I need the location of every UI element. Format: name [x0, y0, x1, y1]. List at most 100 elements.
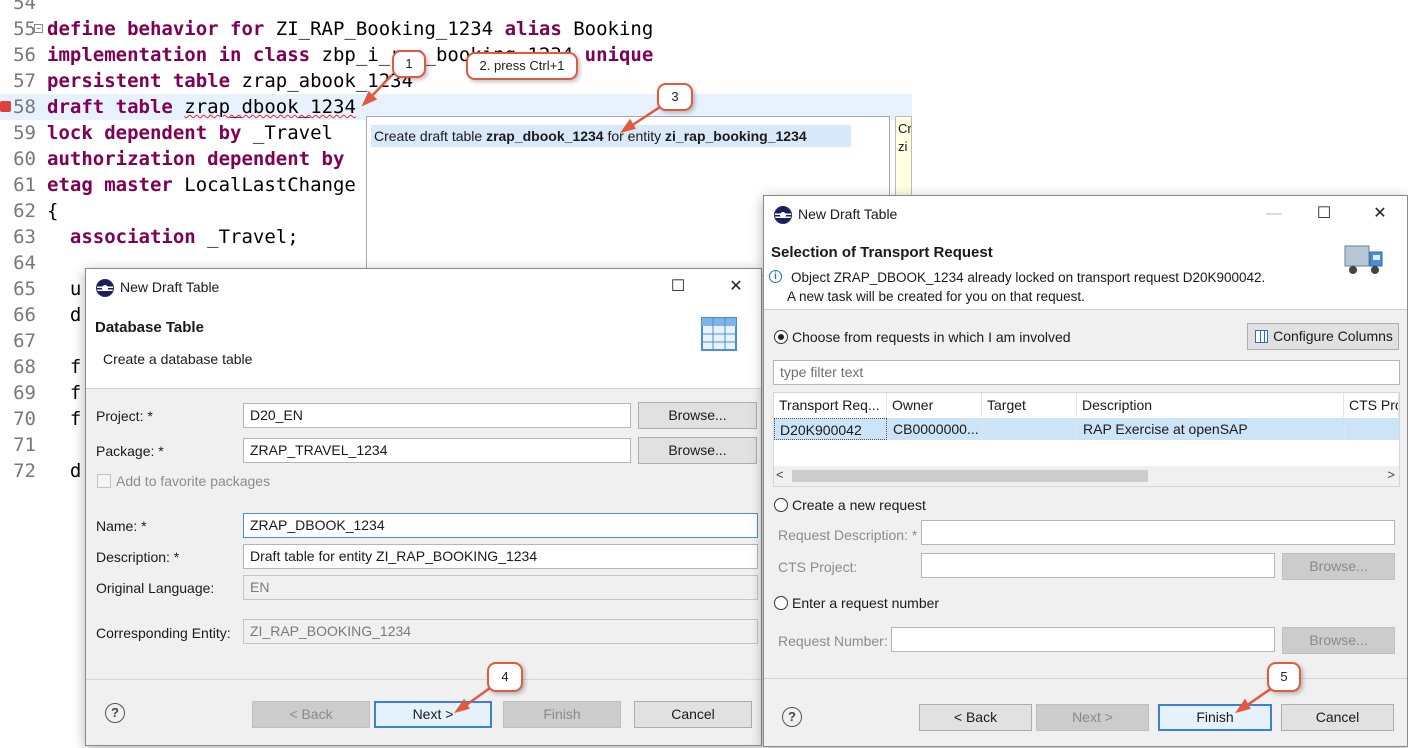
code-line[interactable]: 56 implementation in class zbp_i_rap_book… — [0, 42, 912, 68]
code-text: draft table zrap_dbook_1234 — [47, 96, 356, 118]
back-button[interactable]: < Back — [919, 704, 1032, 731]
info-message-line1: Object ZRAP_DBOOK_1234 already locked on… — [791, 270, 1266, 285]
configure-columns-button[interactable]: Configure Columns — [1247, 323, 1399, 350]
finish-button[interactable]: Finish — [503, 701, 621, 728]
code-text: d — [47, 304, 82, 326]
cancel-button[interactable]: Cancel — [634, 701, 752, 728]
maximize-icon[interactable]: ☐ — [655, 269, 701, 305]
callout-step-1: 1 — [392, 50, 426, 78]
fold-icon[interactable]: − — [34, 24, 43, 33]
code-text: u — [47, 278, 82, 300]
column-target[interactable]: Target — [982, 393, 1077, 417]
description-label: Description: * — [96, 549, 180, 565]
code-text: f — [47, 356, 82, 378]
package-browse-button[interactable]: Browse... — [638, 437, 757, 464]
enter-request-label: Enter a request number — [792, 595, 940, 611]
code-text: etag master LocalLastChange — [47, 174, 356, 196]
column-cts-project[interactable]: CTS Proj — [1344, 393, 1399, 417]
next-button[interactable]: Next > — [374, 701, 492, 728]
code-line[interactable]: 57 persistent table zrap_abook_1234 — [0, 68, 912, 94]
cell-description: RAP Exercise at openSAP — [1077, 418, 1344, 440]
new-draft-table-dialog-database: New Draft Table ☐ ✕ Database Table Creat… — [85, 268, 762, 746]
dialog-footer: ? < Back Next > Finish Cancel — [86, 679, 761, 747]
table-row[interactable]: D20K900042 CB0000000... RAP Exercise at … — [774, 418, 1399, 440]
database-table-icon — [701, 317, 737, 351]
column-owner[interactable]: Owner — [887, 393, 982, 417]
code-text: define behavior for ZI_RAP_Booking_1234 … — [47, 18, 654, 40]
project-field[interactable]: D20_EN — [243, 403, 631, 428]
favorite-checkbox[interactable] — [97, 474, 111, 488]
language-field: EN — [243, 575, 758, 600]
help-icon[interactable]: ? — [105, 703, 125, 723]
choose-requests-radio[interactable] — [774, 330, 788, 344]
quick-fix-create-draft-table[interactable]: Create draft table zrap_dbook_1234 for e… — [371, 125, 851, 147]
line-number: 68 — [13, 356, 36, 378]
create-request-radio[interactable] — [774, 498, 788, 512]
line-number: 63 — [13, 226, 36, 248]
code-line[interactable]: 54 — [0, 0, 912, 16]
dialog-title: New Draft Table — [798, 206, 898, 222]
line-number: 59 — [13, 122, 36, 144]
dialog-header: Database Table Create a database table — [86, 305, 761, 389]
code-text: persistent table zrap_abook_1234 — [47, 70, 414, 92]
close-icon[interactable]: ✕ — [1357, 196, 1403, 232]
cell-cts-project — [1344, 418, 1399, 440]
next-button[interactable]: Next > — [1036, 704, 1149, 731]
quick-fix-table-name: zrap_dbook_1234 — [486, 128, 604, 144]
column-transport-request[interactable]: Transport Req... — [774, 393, 887, 417]
cts-project-field[interactable] — [921, 553, 1275, 578]
header-title: Selection of Transport Request — [771, 244, 993, 261]
line-number: 72 — [13, 460, 36, 482]
request-number-browse-button[interactable]: Browse... — [1282, 627, 1395, 654]
entity-field: ZI_RAP_BOOKING_1234 — [243, 619, 758, 644]
line-number: 66 — [13, 304, 36, 326]
close-icon[interactable]: ✕ — [713, 269, 759, 305]
code-line[interactable]: 55− define behavior for ZI_RAP_Booking_12… — [0, 16, 912, 42]
cancel-button[interactable]: Cancel — [1281, 704, 1394, 731]
line-number: 54 — [13, 0, 36, 14]
horizontal-scrollbar[interactable]: < > — [774, 466, 1399, 486]
description-field[interactable]: Draft table for entity ZI_RAP_BOOKING_12… — [243, 544, 758, 569]
maximize-icon[interactable]: ☐ — [1301, 196, 1347, 232]
column-description[interactable]: Description — [1077, 393, 1344, 417]
info-message-line2: A new task will be created for you on th… — [787, 289, 1085, 304]
line-number: 55 — [13, 18, 36, 40]
callout-step-4: 4 — [487, 662, 523, 692]
request-description-field[interactable] — [921, 520, 1395, 545]
scroll-left-icon[interactable]: < — [776, 467, 784, 482]
configure-columns-label: Configure Columns — [1273, 328, 1393, 344]
cts-project-label: CTS Project: — [778, 559, 858, 575]
line-number: 58 — [13, 96, 36, 118]
enter-request-radio[interactable] — [774, 596, 788, 610]
project-browse-button[interactable]: Browse... — [638, 402, 757, 429]
cts-browse-button[interactable]: Browse... — [1282, 553, 1395, 580]
line-number: 67 — [13, 330, 36, 352]
request-number-field[interactable] — [891, 627, 1275, 652]
transport-truck-icon — [1344, 245, 1383, 274]
dialog-footer: ? < Back Next > Finish Cancel — [764, 678, 1407, 748]
finish-button[interactable]: Finish — [1158, 704, 1272, 731]
dialog-titlebar: New Draft Table — ☐ ✕ — [764, 196, 1407, 232]
cell-owner: CB0000000... — [887, 418, 982, 440]
minimize-icon[interactable]: — — [1251, 196, 1297, 232]
quick-fix-text: Create draft table — [374, 128, 487, 144]
package-field[interactable]: ZRAP_TRAVEL_1234 — [243, 438, 631, 463]
table-header: Transport Req... Owner Target Descriptio… — [774, 393, 1399, 417]
error-marker-icon[interactable] — [0, 101, 11, 112]
code-text: authorization dependent by — [47, 148, 345, 170]
header-subtitle: Create a database table — [103, 351, 253, 367]
filter-input[interactable]: type filter text — [773, 360, 1400, 385]
back-button[interactable]: < Back — [252, 701, 370, 728]
scroll-thumb[interactable] — [792, 470, 1148, 482]
code-text: association _Travel; — [69, 226, 299, 248]
name-field[interactable]: ZRAP_DBOOK_1234 — [243, 513, 758, 538]
scroll-right-icon[interactable]: > — [1387, 467, 1395, 482]
help-icon[interactable]: ? — [782, 707, 802, 727]
create-request-label: Create a new request — [792, 497, 926, 513]
callout-step-3: 3 — [657, 83, 693, 111]
code-text: f — [47, 408, 82, 430]
package-label: Package: * — [96, 443, 164, 459]
info-icon: i — [769, 270, 782, 283]
entity-label: Corresponding Entity: — [96, 625, 231, 641]
line-number: 65 — [13, 278, 36, 300]
